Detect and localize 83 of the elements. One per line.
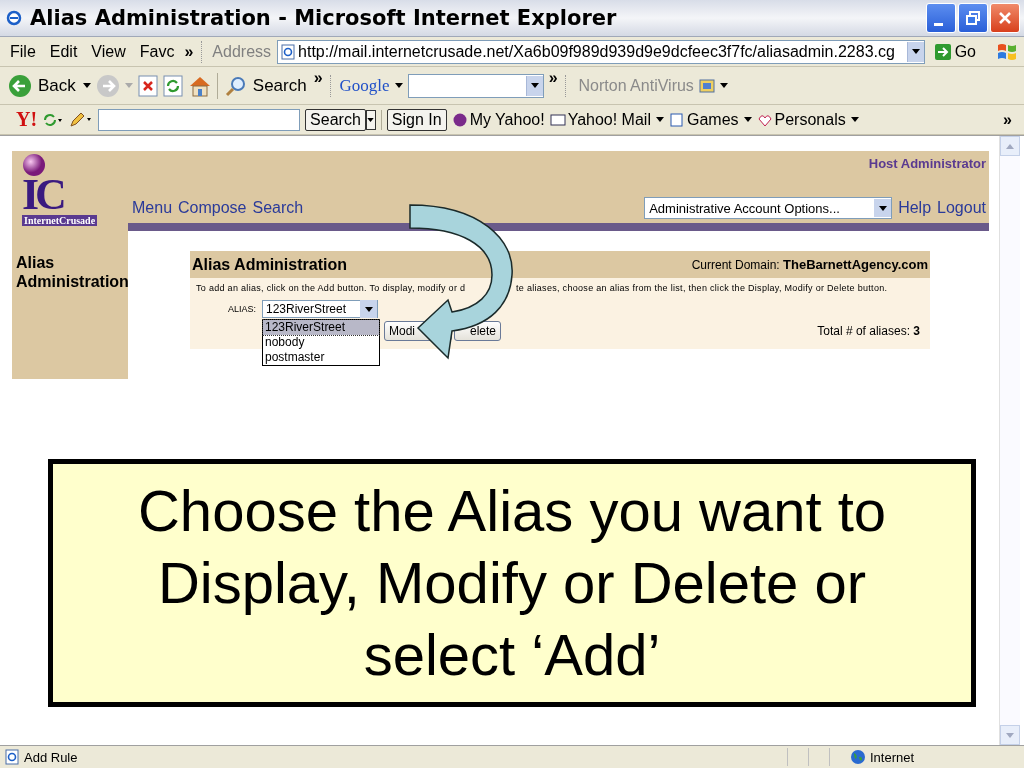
restore-icon [966, 11, 980, 25]
caret-icon[interactable] [82, 83, 91, 88]
close-button[interactable] [990, 3, 1020, 33]
panel-title: Alias Administration [192, 255, 347, 274]
logo: IC InternetCrusade [12, 151, 128, 245]
minimize-icon [933, 22, 943, 26]
nav-link[interactable]: Logout [937, 199, 986, 217]
dropdown-button[interactable] [906, 41, 924, 62]
caret-icon[interactable] [655, 117, 664, 122]
back-button[interactable]: Back [6, 73, 78, 98]
refresh-icon[interactable] [42, 112, 65, 127]
status-text: Add Rule [24, 749, 78, 765]
nav-link[interactable]: Menu [132, 199, 173, 217]
globe-icon [850, 749, 866, 765]
caret-icon [530, 83, 539, 88]
menu-item[interactable]: Favc [135, 42, 179, 61]
menu-item[interactable]: Edit [45, 42, 82, 61]
page-icon [280, 43, 297, 60]
current-domain: Current Domain: TheBarnettAgency.com [691, 257, 928, 272]
toolbar-link[interactable]: Personals [774, 110, 846, 129]
close-icon [998, 11, 1012, 25]
nav-link[interactable]: Compose [178, 199, 247, 217]
nav-link[interactable]: Search [252, 199, 304, 217]
toolbar-link[interactable]: Yahoo! Mail [567, 110, 651, 129]
caret-icon [367, 117, 375, 122]
search-button[interactable]: Search [222, 74, 309, 97]
toolbar-overflow[interactable]: » [1003, 110, 1012, 129]
caret-icon [878, 205, 887, 211]
windows-logo-icon [996, 41, 1018, 62]
minimize-button[interactable] [926, 3, 956, 33]
alias-select[interactable]: 123RiverStreet [262, 300, 378, 318]
link-icon [668, 112, 685, 127]
window-title: Alias Administration - Microsoft Internet Explorer [30, 6, 618, 30]
toolbar-link[interactable]: My Yahoo! [469, 110, 545, 129]
instructions-text: te aliases, choose an alias from the list, then click the Display, Modify or Delete button. [516, 283, 888, 293]
search-icon [224, 74, 247, 97]
menu-item[interactable]: View [87, 42, 130, 61]
alias-total: Total # of aliases: 3 [817, 324, 920, 338]
caret-icon[interactable] [719, 83, 728, 88]
caret-icon[interactable] [743, 117, 752, 122]
restore-button[interactable] [958, 3, 988, 33]
toolbar-overflow[interactable]: » [548, 69, 558, 87]
instructions-text: To add an alias, click on the Add button. To display, modify or d [196, 283, 467, 293]
yahoo-search-button[interactable]: Search [305, 108, 366, 131]
account-options-select[interactable]: Administrative Account Options... [644, 197, 893, 219]
down-arrow-icon [1006, 732, 1014, 738]
go-button[interactable]: Go [930, 42, 980, 61]
dropdown-button[interactable] [365, 109, 376, 130]
google-logo[interactable]: Google [339, 75, 390, 96]
nav-link[interactable]: Help [898, 199, 932, 217]
address-field[interactable]: http://mail.internetcrusade.net/Xa6b09f989d939d9e9dcfeec3f7fc/aliasadmin.2283.cg [277, 39, 925, 64]
caret-icon[interactable] [850, 117, 859, 122]
caret-icon[interactable] [394, 83, 403, 88]
link-icon [451, 112, 468, 127]
alias-option[interactable]: postmaster [263, 350, 379, 365]
yahoo-logo[interactable]: Y! [16, 108, 38, 131]
address-label: Address [212, 42, 272, 61]
link-icon [756, 112, 773, 127]
stop-icon[interactable] [137, 74, 158, 97]
caret-icon [364, 306, 373, 312]
alias-option[interactable]: 123RiverStreet [263, 320, 379, 335]
arrow-icon [934, 43, 951, 60]
sign-in-button[interactable]: Sign In [386, 108, 447, 131]
caret-icon [911, 49, 920, 54]
sidebar-title: Alias Administration [15, 253, 128, 291]
toolbar-overflow[interactable]: » [313, 69, 323, 87]
google-search-field[interactable] [407, 73, 544, 98]
browser-icon [6, 10, 22, 26]
alias-label: ALIAS: [228, 304, 256, 314]
refresh-icon[interactable] [162, 74, 183, 97]
user-role: Host Administrator [868, 156, 986, 171]
link-icon [549, 112, 566, 127]
toolbar-link[interactable]: Games [686, 110, 739, 129]
alias-option[interactable]: nobody [263, 335, 379, 350]
menu-overflow[interactable]: » [184, 42, 194, 61]
up-arrow-icon [1006, 143, 1014, 149]
page-icon [4, 749, 20, 765]
yahoo-search-field[interactable] [98, 108, 301, 131]
callout-text: Choose the Alias you want to Display, Modify or Delete or select ‘Add’ [137, 477, 887, 689]
menu-item[interactable]: File [6, 42, 40, 61]
sphere-icon [22, 153, 46, 177]
pencil-icon[interactable] [69, 111, 94, 128]
security-zone: Internet [870, 749, 916, 765]
